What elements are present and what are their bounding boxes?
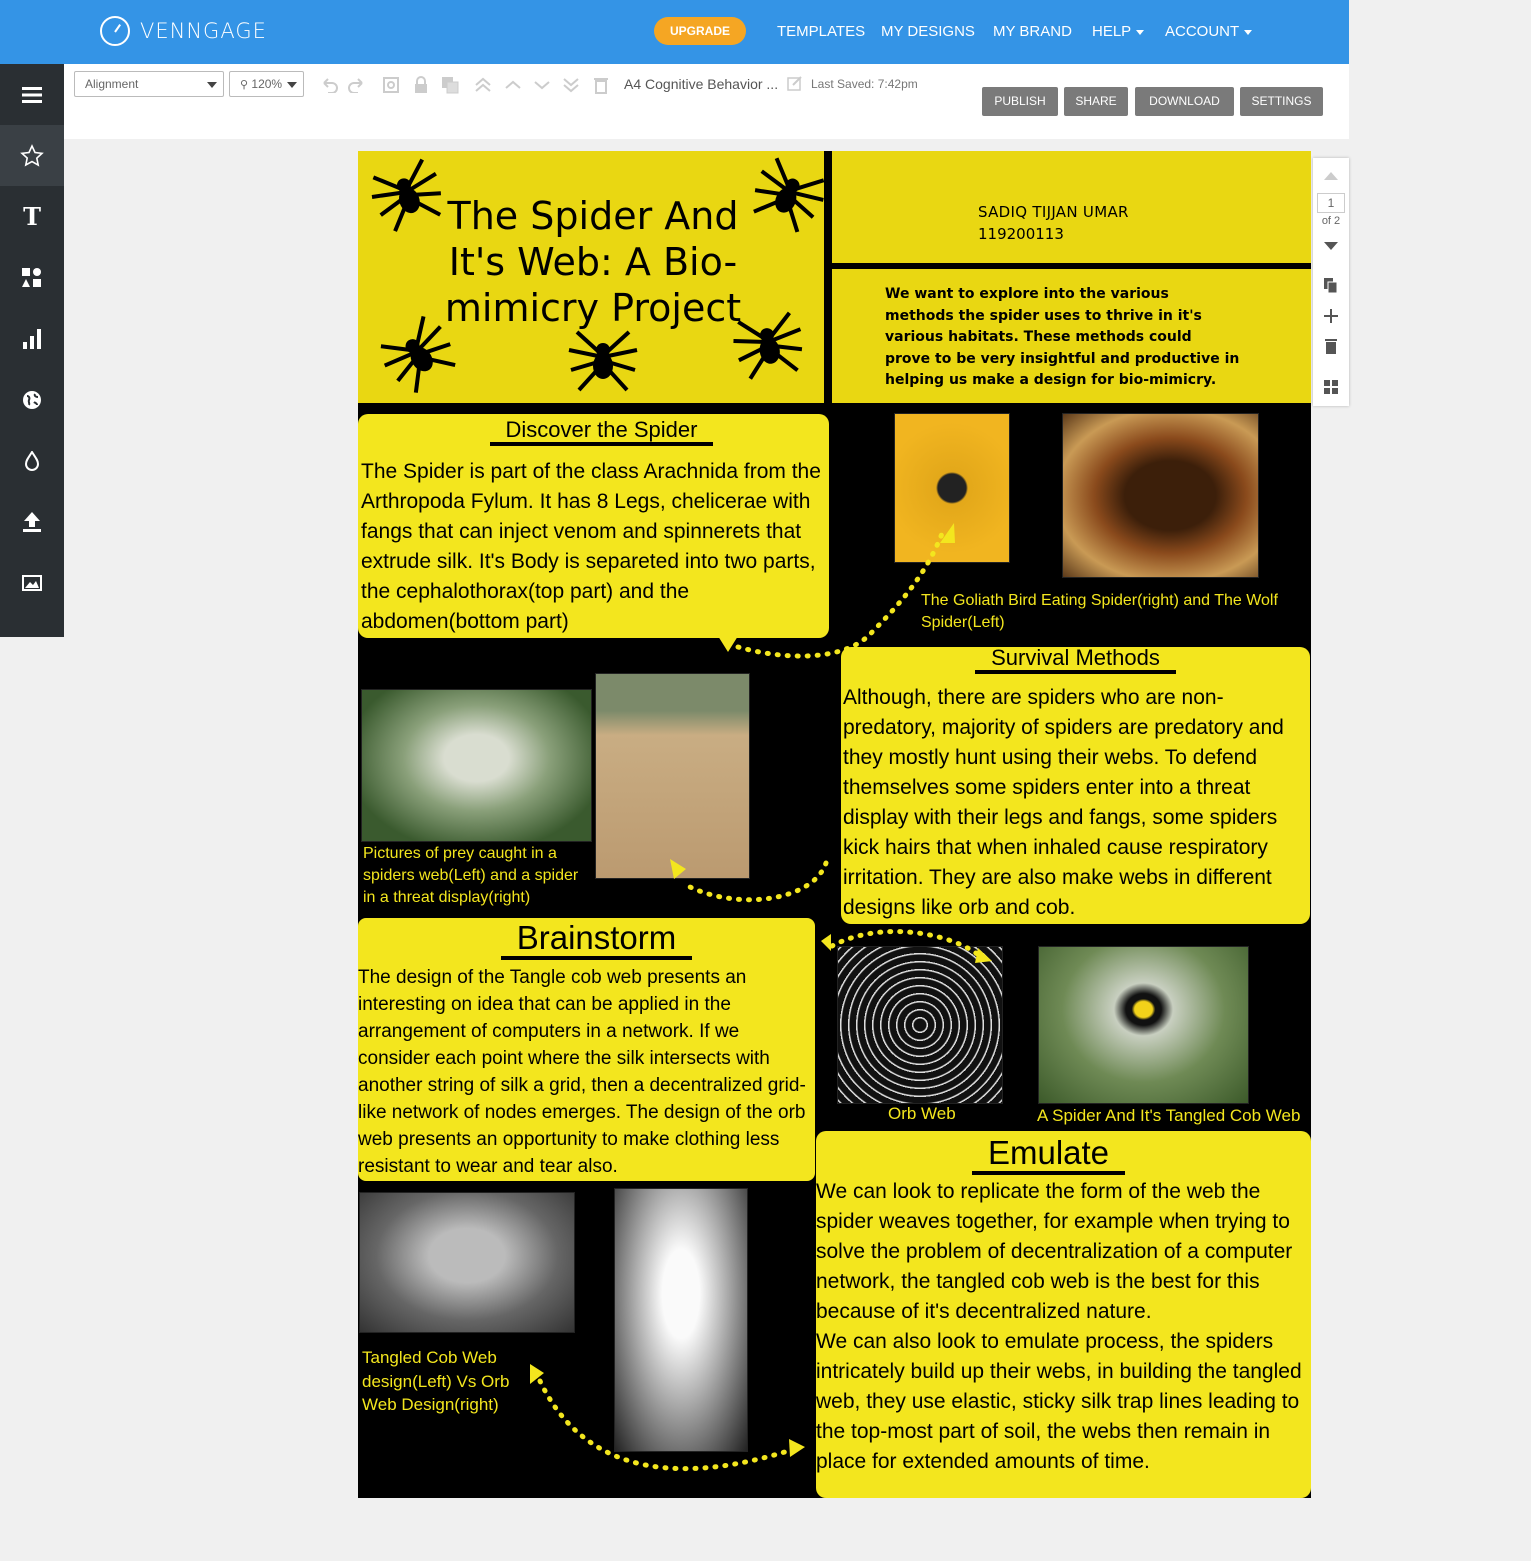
sidebar-item-favorites[interactable] xyxy=(0,125,64,186)
sidebar-item-text[interactable]: T xyxy=(0,186,64,247)
trash-icon[interactable] xyxy=(590,74,612,96)
page-count: of 2 xyxy=(1321,215,1341,227)
document-title[interactable]: A4 Cognitive Behavior ... xyxy=(624,76,778,92)
brand-name: VENNGAGE xyxy=(140,19,267,43)
sidebar-item-images[interactable] xyxy=(0,552,64,613)
chevron-down-icon xyxy=(207,82,217,88)
nav-account-label: ACCOUNT xyxy=(1165,23,1240,40)
sidebar-item-charts[interactable] xyxy=(0,308,64,369)
page-up-icon[interactable] xyxy=(1321,166,1341,186)
text-icon: T xyxy=(23,202,41,231)
sidebar-item-shapes[interactable] xyxy=(0,247,64,308)
nav-my-brand[interactable]: MY BRAND xyxy=(993,23,1072,40)
send-backward-icon[interactable] xyxy=(531,74,553,96)
bring-to-front-icon[interactable] xyxy=(472,74,494,96)
crop-icon[interactable] xyxy=(380,74,402,96)
duplicate-icon[interactable] xyxy=(439,74,461,96)
menu-icon xyxy=(22,86,42,103)
chart-icon xyxy=(23,328,41,349)
sidebar-item-colors[interactable] xyxy=(0,430,64,491)
send-to-back-icon[interactable] xyxy=(560,74,582,96)
nav-account[interactable]: ACCOUNT xyxy=(1165,23,1253,40)
alignment-label: Alignment xyxy=(85,77,139,91)
dotted-arrows xyxy=(530,523,992,1472)
undo-icon[interactable] xyxy=(318,74,340,96)
venngage-logo[interactable]: VENNGAGE xyxy=(100,16,267,46)
alignment-dropdown[interactable]: Alignment xyxy=(74,71,224,97)
copy-page-icon[interactable] xyxy=(1321,276,1341,296)
share-button[interactable]: SHARE xyxy=(1064,87,1128,116)
add-page-icon[interactable] xyxy=(1321,306,1341,326)
nav-templates[interactable]: TEMPLATES xyxy=(777,23,865,40)
star-icon xyxy=(20,143,44,167)
sidebar-menu[interactable] xyxy=(0,64,64,125)
upload-icon xyxy=(23,511,41,532)
drop-icon xyxy=(24,450,40,471)
chevron-down-icon xyxy=(287,82,297,88)
last-saved-status: Last Saved: 7:42pm xyxy=(811,77,918,91)
logo-icon xyxy=(100,16,130,46)
nav-help[interactable]: HELP xyxy=(1092,23,1145,40)
shuffle-icon xyxy=(21,635,43,638)
edit-icon[interactable] xyxy=(784,72,806,94)
settings-button[interactable]: SETTINGS xyxy=(1240,87,1323,116)
grid-view-icon[interactable] xyxy=(1321,377,1341,397)
lock-icon[interactable] xyxy=(410,74,432,96)
page-down-icon[interactable] xyxy=(1321,236,1341,256)
zoom-icon: ⚲ xyxy=(240,79,249,91)
page-number-input[interactable]: 1 xyxy=(1317,193,1345,213)
delete-page-icon[interactable] xyxy=(1321,336,1341,356)
editor-toolbar: Alignment ⚲ 120% A4 Cognitive Behavior .… xyxy=(64,64,1349,139)
chevron-down-icon xyxy=(1244,29,1253,35)
page-navigator: 1 of 2 xyxy=(1313,158,1349,406)
bring-forward-icon[interactable] xyxy=(502,74,524,96)
nav-my-designs[interactable]: MY DESIGNS xyxy=(881,23,975,40)
zoom-label: 120% xyxy=(251,77,283,91)
download-button[interactable]: DOWNLOAD xyxy=(1135,87,1234,116)
shapes-icon xyxy=(22,267,41,287)
top-nav-bar: VENNGAGE UPGRADE TEMPLATES MY DESIGNS MY… xyxy=(0,0,1349,64)
poster-canvas[interactable]: The Spider And It's Web: A Bio-mimicry P… xyxy=(358,151,1311,1498)
publish-button[interactable]: PUBLISH xyxy=(982,87,1058,116)
sidebar-item-uploads[interactable] xyxy=(0,491,64,552)
globe-icon xyxy=(23,390,41,409)
image-icon xyxy=(22,574,42,591)
sidebar-item-shuffle[interactable] xyxy=(0,613,64,637)
left-sidebar: T xyxy=(0,64,64,637)
chevron-down-icon xyxy=(1136,29,1145,35)
upgrade-button[interactable]: UPGRADE xyxy=(654,17,746,45)
sidebar-item-maps[interactable] xyxy=(0,369,64,430)
redo-icon[interactable] xyxy=(346,74,368,96)
nav-help-label: HELP xyxy=(1092,23,1132,40)
zoom-dropdown[interactable]: ⚲ 120% xyxy=(229,71,304,97)
